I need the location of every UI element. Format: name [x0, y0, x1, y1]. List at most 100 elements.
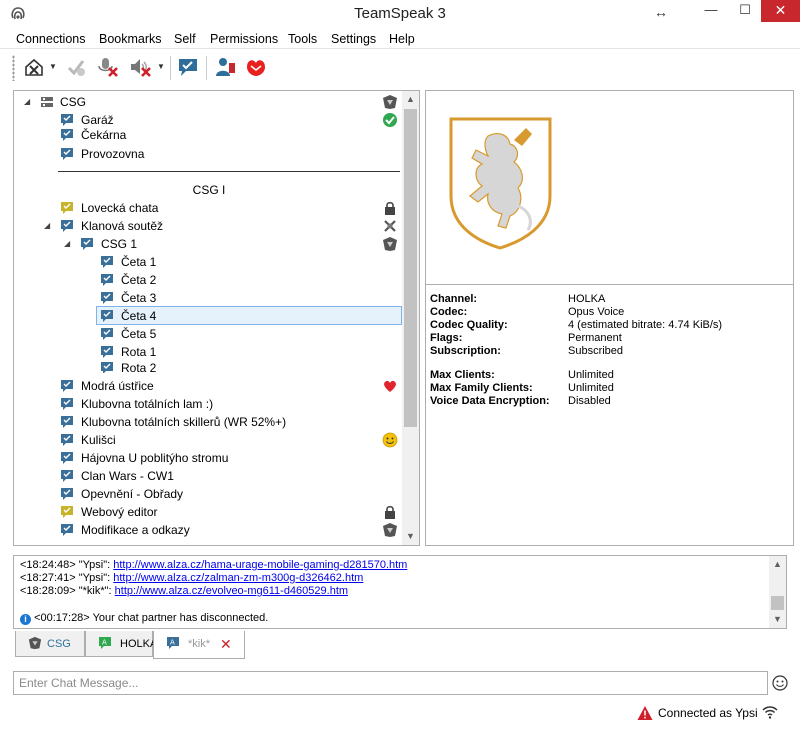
status-bar: Connected as Ypsi: [0, 701, 800, 734]
minimize-button[interactable]: —: [693, 0, 729, 22]
tree-scrollbar[interactable]: ▲ ▼: [402, 91, 419, 545]
close-button[interactable]: ✕: [761, 0, 800, 22]
channel-icon: [101, 362, 113, 373]
channel-label: Klubovna totálních skillerů (WR 52%+): [81, 415, 287, 429]
disconnect-dropdown-icon[interactable]: ▼: [49, 62, 57, 71]
channel-label: Četa 5: [121, 327, 157, 341]
scroll-up-icon[interactable]: ▲: [769, 556, 786, 573]
channel-password-icon: [61, 506, 73, 518]
disconnect-icon[interactable]: [22, 55, 46, 79]
tree-channel-row[interactable]: Četa 3: [14, 289, 404, 307]
channel-icon: [61, 398, 73, 410]
channel-icon: [61, 416, 73, 428]
menu-help[interactable]: Help: [389, 32, 415, 46]
spacer-title: CSG I: [192, 183, 226, 197]
menu-settings[interactable]: Settings: [331, 32, 376, 46]
contacts-icon[interactable]: [213, 55, 237, 79]
channel-icon: [61, 220, 73, 232]
tree-channel-row[interactable]: Četa 2: [14, 271, 404, 289]
chat-link[interactable]: http://www.alza.cz/zalman-zm-m300g-d3264…: [113, 572, 363, 584]
wot-clan-icon: [28, 636, 42, 650]
channel-label: Hájovna U poblitýho stromu: [81, 451, 229, 465]
emoticon-icon[interactable]: [772, 675, 788, 691]
chat-link[interactable]: http://www.alza.cz/evolveo-mg611-d460529…: [115, 585, 348, 597]
tree-channel-row[interactable]: Modrá ústřice: [14, 377, 404, 395]
channel-chat-icon[interactable]: [176, 55, 200, 79]
channel-label: Clan Wars - CW1: [81, 469, 174, 483]
tab-csg[interactable]: CSG: [15, 631, 85, 657]
lock-icon: [385, 201, 395, 215]
channel-icon: [61, 129, 73, 141]
collapse-arrow-icon[interactable]: ◢: [24, 93, 30, 111]
tree-channel-row[interactable]: Modifikace a odkazy: [14, 521, 404, 539]
scroll-down-icon[interactable]: ▼: [769, 611, 786, 628]
tree-channel-row[interactable]: Lovecká chata: [14, 199, 404, 217]
menu-connections[interactable]: Connections: [16, 32, 86, 46]
tree-channel-row[interactable]: Clan Wars - CW1: [14, 467, 404, 485]
connection-status: Connected as Ypsi: [658, 706, 758, 720]
wot-clan-icon: [383, 237, 397, 251]
menu-permissions[interactable]: Permissions: [210, 32, 278, 46]
mute-speaker-icon[interactable]: [128, 55, 152, 79]
chat-log[interactable]: <18:24:48> "Ypsi": http://www.alza.cz/ha…: [13, 555, 787, 629]
menu-self[interactable]: Self: [174, 32, 196, 46]
away-icon[interactable]: [64, 55, 88, 79]
menu-tools[interactable]: Tools: [288, 32, 317, 46]
channel-icon: [101, 274, 113, 286]
channel-label: Webový editor: [81, 505, 158, 519]
tree-channel-row[interactable]: Četa 1: [14, 253, 404, 271]
chat-input[interactable]: [13, 671, 768, 695]
warning-icon[interactable]: [637, 705, 653, 721]
wot-clan-icon: [383, 95, 397, 109]
tree-server-row[interactable]: ◢ CSG: [14, 93, 404, 111]
tab-holka[interactable]: A HOLKA: [85, 631, 157, 657]
collapse-arrow-icon[interactable]: ◢: [64, 235, 70, 253]
tree-channel-row[interactable]: Opevnění - Obřady: [14, 485, 404, 503]
title-bar: TeamSpeak 3 ↔ — ☐ ✕: [0, 0, 800, 28]
hammer-icon[interactable]: [244, 55, 268, 79]
chat-scrollbar[interactable]: ▲ ▼: [769, 556, 786, 628]
tree-channel-row[interactable]: Hájovna U poblitýho stromu: [14, 449, 404, 467]
scroll-thumb[interactable]: [404, 109, 417, 427]
tree-channel-row[interactable]: Rota 2: [14, 359, 404, 373]
chat-link[interactable]: http://www.alza.cz/hama-urage-mobile-gam…: [113, 559, 407, 571]
connection-quality-icon[interactable]: [762, 705, 778, 719]
channel-label: Četa 3: [121, 291, 157, 305]
info-divider: [426, 284, 793, 285]
channel-label: Četa 4: [121, 309, 157, 323]
mute-mic-icon[interactable]: [96, 55, 120, 79]
tree-channel-row[interactable]: Klubovna totálních skillerů (WR 52%+): [14, 413, 404, 431]
channel-tree[interactable]: ◢ CSG Garáž Čekárna Provozovna CSG I Lov…: [13, 90, 420, 546]
close-tab-icon[interactable]: ✕: [220, 636, 232, 653]
menu-bookmarks[interactable]: Bookmarks: [99, 32, 162, 46]
resize-icon[interactable]: ↔: [654, 4, 668, 20]
svg-text:A: A: [102, 639, 107, 647]
speaker-dropdown-icon[interactable]: ▼: [157, 62, 165, 71]
toolbar-grip[interactable]: [12, 55, 15, 81]
maximize-button[interactable]: ☐: [729, 0, 761, 22]
channel-label: Četa 2: [121, 273, 157, 287]
scroll-thumb[interactable]: [771, 596, 784, 610]
tree-channel-row[interactable]: Klubovna totálních lam :): [14, 395, 404, 413]
tree-channel-row[interactable]: Četa 5: [14, 325, 404, 343]
tree-channel-row[interactable]: ◢ Klanová soutěž: [14, 217, 404, 235]
heart-icon: [384, 380, 396, 392]
collapse-arrow-icon[interactable]: ◢: [44, 217, 50, 235]
lock-icon: [385, 505, 395, 519]
tab-kik[interactable]: A *kik* ✕: [153, 631, 245, 659]
server-name: CSG: [60, 95, 87, 109]
channel-icon: [61, 380, 73, 392]
tree-channel-row-selected[interactable]: Četa 4: [14, 307, 404, 325]
channel-label: Čekárna: [81, 128, 127, 142]
tree-channel-row[interactable]: ◢ CSG 1: [14, 235, 404, 253]
tree-channel-row[interactable]: Kulišci: [14, 431, 404, 449]
system-message: i <00:17:28> Your chat partner has disco…: [20, 612, 268, 625]
scroll-up-icon[interactable]: ▲: [402, 91, 419, 108]
tree-channel-row[interactable]: Čekárna: [14, 126, 404, 144]
tree-channel-row[interactable]: Provozovna: [14, 145, 404, 163]
tree-channel-row[interactable]: Webový editor: [14, 503, 404, 521]
scroll-down-icon[interactable]: ▼: [402, 528, 419, 545]
channel-icon: [101, 256, 113, 268]
channel-icon: [101, 328, 113, 340]
toolbar-separator: [206, 56, 207, 80]
